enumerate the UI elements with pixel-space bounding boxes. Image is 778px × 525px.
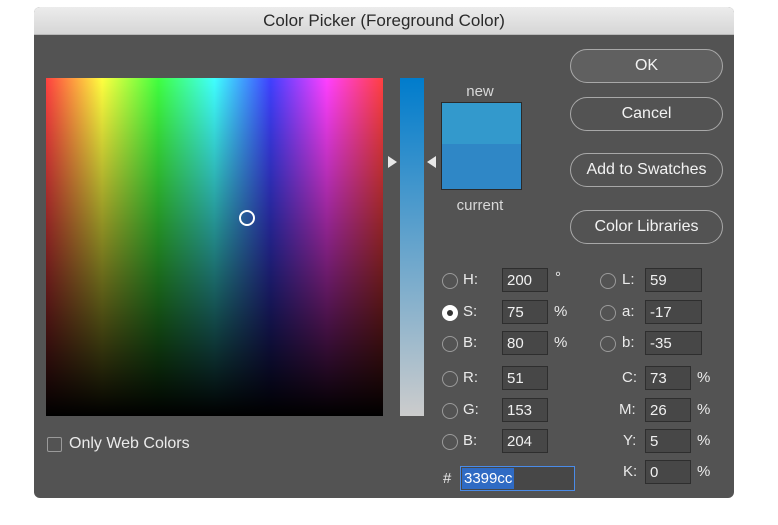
b-label: B: — [463, 334, 478, 351]
color-picker-dialog: Color Picker (Foreground Color) new curr… — [34, 7, 734, 498]
hex-value-text: 3399cc — [462, 468, 515, 489]
m-label: M: — [619, 401, 636, 418]
new-label: new — [466, 83, 494, 100]
h-label: H: — [463, 271, 478, 288]
y-input[interactable]: 5 — [645, 429, 691, 453]
lab-b-input[interactable]: -35 — [645, 331, 702, 355]
l-radio[interactable] — [600, 273, 616, 289]
b-radio[interactable] — [442, 336, 458, 352]
a-label: a: — [622, 303, 635, 320]
m-unit: % — [697, 401, 711, 418]
rgb-b-radio[interactable] — [442, 434, 458, 450]
add-to-swatches-button[interactable]: Add to Swatches — [570, 153, 723, 187]
y-label: Y: — [623, 432, 637, 449]
a-input[interactable]: -17 — [645, 300, 702, 324]
s-label: S: — [463, 303, 478, 320]
color-libraries-button[interactable]: Color Libraries — [570, 210, 723, 244]
c-label: C: — [622, 369, 637, 386]
hue-slider[interactable] — [400, 78, 424, 416]
a-radio[interactable] — [600, 305, 616, 321]
hex-input[interactable]: 3399cc — [460, 466, 575, 491]
rgb-b-label: B: — [463, 432, 478, 449]
s-input[interactable]: 75 — [502, 300, 548, 324]
cancel-button[interactable]: Cancel — [570, 97, 723, 131]
y-unit: % — [697, 432, 711, 449]
h-radio[interactable] — [442, 273, 458, 289]
color-field-marker[interactable] — [239, 210, 255, 226]
only-web-colors-label[interactable]: Only Web Colors — [69, 435, 190, 453]
r-radio[interactable] — [442, 371, 458, 387]
h-input[interactable]: 200 — [502, 268, 548, 292]
lab-b-radio[interactable] — [600, 336, 616, 352]
r-input[interactable]: 51 — [502, 366, 548, 390]
g-radio[interactable] — [442, 403, 458, 419]
k-label: K: — [623, 463, 638, 480]
only-web-colors-checkbox[interactable] — [47, 437, 62, 452]
b-input[interactable]: 80 — [502, 331, 548, 355]
c-unit: % — [697, 369, 711, 386]
h-unit: ° — [555, 269, 561, 286]
ok-button[interactable]: OK — [570, 49, 723, 83]
title-bar: Color Picker (Foreground Color) — [34, 7, 734, 35]
l-input[interactable]: 59 — [645, 268, 702, 292]
g-label: G: — [463, 401, 479, 418]
k-input[interactable]: 0 — [645, 460, 691, 484]
m-input[interactable]: 26 — [645, 398, 691, 422]
c-input[interactable]: 73 — [645, 366, 691, 390]
s-radio[interactable] — [442, 305, 458, 321]
hex-hash-label: # — [443, 470, 452, 487]
b-unit: % — [554, 334, 568, 351]
rgb-b-input[interactable]: 204 — [502, 429, 548, 453]
lab-b-label: b: — [622, 334, 635, 351]
current-color-swatch[interactable] — [441, 144, 522, 190]
slider-right-arrow-icon[interactable] — [427, 156, 436, 168]
l-label: L: — [622, 271, 635, 288]
s-unit: % — [554, 303, 568, 320]
color-field[interactable] — [46, 78, 383, 416]
k-unit: % — [697, 463, 711, 480]
window-title: Color Picker (Foreground Color) — [263, 11, 505, 30]
g-input[interactable]: 153 — [502, 398, 548, 422]
r-label: R: — [463, 369, 478, 386]
new-color-swatch — [441, 102, 522, 145]
slider-left-arrow-icon[interactable] — [388, 156, 397, 168]
current-label: current — [456, 197, 504, 214]
